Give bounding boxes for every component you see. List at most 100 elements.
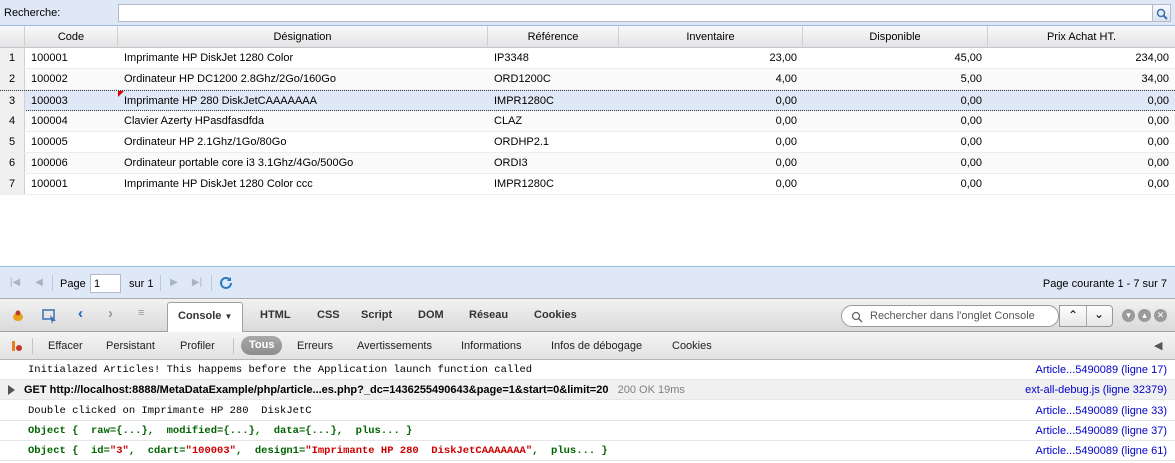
cell-inventaire[interactable]: 0,00 [619, 111, 803, 131]
search-prev-icon[interactable]: ⌃ [1068, 308, 1078, 322]
cell-reference[interactable]: IMPR1280C [488, 174, 619, 194]
log-source-link[interactable]: Article...5490089 (ligne 61) [1036, 445, 1167, 457]
cell-code[interactable]: 100001 [25, 174, 118, 194]
cell-code[interactable]: 100006 [25, 153, 118, 173]
cell-code[interactable]: 100003 [25, 91, 118, 111]
cell-prix-achat[interactable]: 0,00 [988, 174, 1175, 194]
filter-cookies[interactable]: Cookies [672, 340, 712, 352]
column-header-designation[interactable]: Désignation [118, 26, 488, 48]
log-object[interactable]: Object { raw={...}, modified={...}, data… [28, 425, 412, 437]
effacer-button[interactable]: Effacer [48, 340, 83, 352]
back-icon[interactable]: ‹ [78, 305, 83, 322]
log-object[interactable]: Object { id="3", cdart="100003", design1… [28, 445, 608, 457]
cell-code[interactable]: 100002 [25, 69, 118, 89]
chevron-down-icon[interactable]: ▼ [224, 312, 232, 321]
refresh-icon[interactable] [218, 275, 234, 291]
filter-informations[interactable]: Informations [461, 340, 522, 352]
cell-designation[interactable]: Clavier Azerty HPasdfasdfda [118, 111, 488, 131]
cell-reference[interactable]: CLAZ [488, 111, 619, 131]
cell-code[interactable]: 100004 [25, 111, 118, 131]
firebug-icon[interactable] [10, 308, 26, 324]
table-row[interactable]: 2 100002 Ordinateur HP DC1200 2.8Ghz/2Go… [0, 69, 1175, 90]
forward-icon[interactable]: › [108, 305, 113, 322]
column-header-disponible[interactable]: Disponible [803, 26, 988, 48]
search-button[interactable] [1153, 4, 1171, 22]
cell-reference[interactable]: ORDI3 [488, 153, 619, 173]
command-line-icon[interactable]: ≡ [138, 307, 144, 319]
column-header-prix-achat[interactable]: Prix Achat HT. [988, 26, 1175, 48]
collapse-arrow-icon[interactable]: ◀ [1154, 339, 1162, 352]
filter-avertissements[interactable]: Avertissements [357, 340, 432, 352]
cell-code[interactable]: 100001 [25, 48, 118, 68]
cell-reference[interactable]: IMPR1280C [488, 91, 619, 111]
column-header-code[interactable]: Code [25, 26, 118, 48]
cell-disponible[interactable]: 5,00 [803, 69, 988, 89]
cell-designation[interactable]: Imprimante HP DiskJet 1280 Color [118, 48, 488, 68]
cell-disponible[interactable]: 0,00 [803, 111, 988, 131]
cell-disponible[interactable]: 0,00 [803, 132, 988, 152]
profiler-button[interactable]: Profiler [180, 340, 215, 352]
cell-inventaire[interactable]: 4,00 [619, 69, 803, 89]
column-header-reference[interactable]: Référence [488, 26, 619, 48]
cell-designation[interactable]: Imprimante HP DiskJet 1280 Color ccc [118, 174, 488, 194]
tab-css[interactable]: CSS [317, 309, 340, 321]
inspect-icon[interactable] [42, 308, 58, 324]
filter-debug[interactable]: Infos de débogage [551, 340, 642, 352]
clear-console-icon[interactable] [10, 339, 24, 353]
log-source-link[interactable]: Article...5490089 (ligne 33) [1036, 405, 1167, 417]
page-number-input[interactable] [90, 274, 121, 293]
log-source-link[interactable]: ext-all-debug.js (ligne 32379) [1025, 384, 1167, 396]
close-icon[interactable]: ✕ [1154, 309, 1167, 322]
cell-reference[interactable]: IP3348 [488, 48, 619, 68]
cell-designation[interactable]: Ordinateur HP 2.1Ghz/1Go/80Go [118, 132, 488, 152]
cell-disponible[interactable]: 0,00 [803, 153, 988, 173]
cell-disponible[interactable]: 45,00 [803, 48, 988, 68]
tab-html[interactable]: HTML [260, 309, 291, 321]
cell-reference[interactable]: ORD1200C [488, 69, 619, 89]
next-page-icon[interactable]: ▶ [167, 277, 181, 289]
table-row[interactable]: 1 100001 Imprimante HP DiskJet 1280 Colo… [0, 48, 1175, 69]
expand-arrow-icon[interactable] [8, 385, 15, 395]
filter-erreurs[interactable]: Erreurs [297, 340, 333, 352]
table-row[interactable]: 4 100004 Clavier Azerty HPasdfasdfda CLA… [0, 111, 1175, 132]
cell-reference[interactable]: ORDHP2.1 [488, 132, 619, 152]
table-row[interactable]: 5 100005 Ordinateur HP 2.1Ghz/1Go/80Go O… [0, 132, 1175, 153]
log-source-link[interactable]: Article...5490089 (ligne 17) [1036, 364, 1167, 376]
tab-console[interactable]: Console ▼ [167, 302, 244, 333]
cell-inventaire[interactable]: 0,00 [619, 132, 803, 152]
cell-designation[interactable]: Ordinateur HP DC1200 2.8Ghz/2Go/160Go [118, 69, 488, 89]
cell-prix-achat[interactable]: 34,00 [988, 69, 1175, 89]
cell-code[interactable]: 100005 [25, 132, 118, 152]
persistant-button[interactable]: Persistant [106, 340, 155, 352]
cell-disponible[interactable]: 0,00 [803, 91, 988, 111]
cell-prix-achat[interactable]: 0,00 [988, 132, 1175, 152]
column-header-inventaire[interactable]: Inventaire [619, 26, 803, 48]
table-row[interactable]: 6 100006 Ordinateur portable core i3 3.1… [0, 153, 1175, 174]
cell-designation[interactable]: Ordinateur portable core i3 3.1Ghz/4Go/5… [118, 153, 488, 173]
table-row-selected[interactable]: 3 100003 Imprimante HP 280 DiskJetCAAAAA… [0, 90, 1175, 111]
cell-prix-achat[interactable]: 0,00 [988, 91, 1175, 111]
tab-dom[interactable]: DOM [418, 309, 444, 321]
cell-designation[interactable]: Imprimante HP 280 DiskJetCAAAAAAA [118, 91, 488, 111]
search-input[interactable] [118, 4, 1153, 22]
cell-inventaire[interactable]: 0,00 [619, 153, 803, 173]
cell-prix-achat[interactable]: 0,00 [988, 153, 1175, 173]
tab-cookies[interactable]: Cookies [534, 309, 577, 321]
filter-tous[interactable]: Tous [241, 336, 283, 355]
cell-disponible[interactable]: 0,00 [803, 174, 988, 194]
tab-reseau[interactable]: Réseau [469, 309, 508, 321]
log-entry[interactable]: Object { raw={...}, modified={...}, data… [0, 421, 1175, 441]
table-row[interactable]: 7 100001 Imprimante HP DiskJet 1280 Colo… [0, 174, 1175, 195]
tab-script[interactable]: Script [361, 309, 392, 321]
search-next-icon[interactable]: ⌄ [1094, 307, 1104, 321]
cell-inventaire[interactable]: 0,00 [619, 174, 803, 194]
cell-prix-achat[interactable]: 0,00 [988, 111, 1175, 131]
cell-prix-achat[interactable]: 234,00 [988, 48, 1175, 68]
log-entry[interactable]: Object { id="3", cdart="100003", design1… [0, 441, 1175, 461]
console-search-field[interactable]: Rechercher dans l'onglet Console [841, 305, 1059, 327]
cell-inventaire[interactable]: 0,00 [619, 91, 803, 111]
last-page-icon[interactable]: ▶| [190, 277, 204, 289]
prev-page-icon[interactable]: ◀ [32, 277, 46, 289]
minimize-icon[interactable]: ▾ [1122, 309, 1135, 322]
first-page-icon[interactable]: |◀ [8, 277, 22, 289]
